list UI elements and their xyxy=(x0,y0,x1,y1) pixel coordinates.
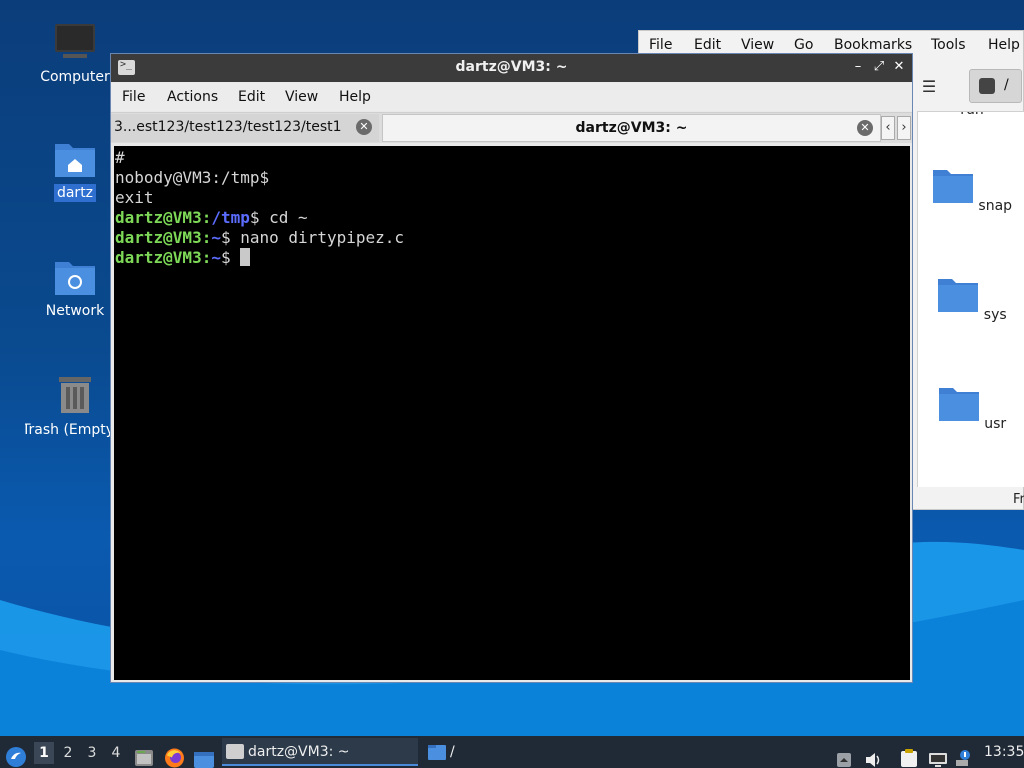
desktop-icon-label: Network xyxy=(45,303,105,319)
computer-icon xyxy=(55,24,95,58)
status-bar: Fr xyxy=(917,489,1024,511)
maximize-icon[interactable]: ⤢ xyxy=(870,58,888,76)
terminal-line: exit xyxy=(115,188,154,207)
window-title: dartz@VM3: ~ xyxy=(455,59,568,75)
prompt-colon: : xyxy=(201,228,212,247)
folder-task-icon xyxy=(428,745,446,760)
prompt-path: ~ xyxy=(211,248,221,267)
minimize-icon[interactable]: – xyxy=(849,58,867,76)
folder-label: snap xyxy=(978,198,1013,214)
status-text: Fr xyxy=(1013,492,1024,507)
title-bar[interactable]: dartz@VM3: ~ – ⤢ ✕ xyxy=(111,54,912,82)
folder-item-sys[interactable]: sys xyxy=(918,277,1024,323)
text-cursor xyxy=(240,248,251,266)
desktop-icon-label: Computer xyxy=(40,69,110,85)
menu-view[interactable]: View xyxy=(285,89,318,105)
folder-label: usr xyxy=(984,416,1007,432)
tab-label: dartz@VM3: ~ xyxy=(575,120,688,136)
firefox-icon[interactable] xyxy=(164,742,185,768)
folder-icon xyxy=(938,388,979,421)
prompt-colon: : xyxy=(201,208,212,227)
prompt-colon: : xyxy=(201,248,212,267)
menu-view[interactable]: View xyxy=(741,37,774,53)
menu-tools[interactable]: Tools xyxy=(931,37,966,53)
terminal-screen[interactable]: # nobody@VM3:/tmp$ exit dartz@VM3:/tmp$ … xyxy=(114,146,910,680)
folder-icon xyxy=(932,170,973,203)
workspace-4[interactable]: 4 xyxy=(106,742,126,764)
prompt-path: /tmp xyxy=(211,208,250,227)
task-file-manager[interactable]: / xyxy=(424,738,564,766)
tab-label: 3...est123/test123/test123/test1 xyxy=(114,119,342,135)
terminal-line: nobody@VM3:/tmp$ xyxy=(115,168,270,187)
drive-icon xyxy=(979,78,995,94)
menu-edit[interactable]: Edit xyxy=(694,37,721,53)
terminal-window[interactable]: dartz@VM3: ~ – ⤢ ✕ File Actions Edit Vie… xyxy=(110,53,913,683)
menu-help[interactable]: Help xyxy=(339,89,371,105)
tray-expand-icon[interactable] xyxy=(836,744,852,768)
menu-file[interactable]: File xyxy=(649,37,672,53)
file-manager-launcher-icon[interactable] xyxy=(134,742,154,768)
prompt-user: dartz@VM3 xyxy=(115,248,202,267)
close-icon[interactable]: ✕ xyxy=(890,58,908,76)
volume-icon[interactable] xyxy=(864,744,882,768)
workspace-1[interactable]: 1 xyxy=(34,742,54,764)
prompt-command: $ cd ~ xyxy=(249,208,308,227)
trash-icon xyxy=(59,377,91,413)
tab-2[interactable]: dartz@VM3: ~ ✕ xyxy=(382,114,881,142)
network-status-icon[interactable] xyxy=(954,742,974,768)
clipboard-icon[interactable] xyxy=(900,742,918,768)
terminal-menubar: File Actions Edit View Help xyxy=(111,83,912,111)
menu-file[interactable]: File xyxy=(122,89,145,105)
prompt-command: $ nano dirtypipez.c xyxy=(220,228,405,247)
file-manager-toolbar: ☰ / xyxy=(914,67,1023,107)
task-label: dartz@VM3: ~ xyxy=(248,744,350,760)
menu-edit[interactable]: Edit xyxy=(238,89,265,105)
show-desktop-icon[interactable] xyxy=(193,744,215,768)
desktop-icon-label: dartz xyxy=(53,184,97,202)
task-terminal[interactable]: dartz@VM3: ~ xyxy=(222,738,418,766)
tab-1[interactable]: 3...est123/test123/test123/test1 ✕ xyxy=(111,114,379,142)
prompt-command: $ xyxy=(220,248,241,267)
terminal-line: dartz@VM3:~$ nano dirtypipez.c xyxy=(115,228,909,248)
start-menu-icon[interactable] xyxy=(5,741,27,768)
file-list-pane[interactable]: run snap sys usr xyxy=(917,111,1024,487)
workspace-3[interactable]: 3 xyxy=(82,742,102,764)
tab-close-icon[interactable]: ✕ xyxy=(857,120,873,136)
prompt-user: dartz@VM3 xyxy=(115,228,202,247)
terminal-line: # xyxy=(115,148,125,167)
folder-item-snap[interactable]: snap xyxy=(918,168,1024,214)
terminal-task-icon xyxy=(226,744,244,759)
home-folder-icon xyxy=(55,144,95,177)
folder-label: sys xyxy=(983,307,1007,323)
tab-bar: 3...est123/test123/test123/test1 ✕ dartz… xyxy=(111,112,912,143)
folder-label: run xyxy=(960,112,984,118)
display-icon[interactable] xyxy=(928,744,948,768)
network-folder-icon xyxy=(55,262,95,295)
clock[interactable]: 13:35 xyxy=(984,736,1024,768)
task-label: / xyxy=(450,744,455,760)
prompt-user: dartz@VM3 xyxy=(115,208,202,227)
menu-bookmarks[interactable]: Bookmarks xyxy=(834,37,912,53)
list-view-icon[interactable]: ☰ xyxy=(914,73,944,101)
workspace-2[interactable]: 2 xyxy=(58,742,78,764)
tab-scroll-right-icon[interactable]: › xyxy=(897,116,911,140)
terminal-line: dartz@VM3:/tmp$ cd ~ xyxy=(115,208,909,228)
menu-help[interactable]: Help xyxy=(988,37,1020,53)
terminal-line: dartz@VM3:~$ xyxy=(115,248,909,268)
folder-item-usr[interactable]: usr xyxy=(918,386,1024,432)
desktop-icon-label: Trash (Empty) xyxy=(25,422,120,438)
prompt-path: ~ xyxy=(211,228,221,247)
menu-actions[interactable]: Actions xyxy=(167,89,218,105)
folder-item-run[interactable]: run xyxy=(918,112,1024,118)
path-button[interactable]: / xyxy=(969,69,1022,103)
tab-scroll-left-icon[interactable]: ‹ xyxy=(881,116,895,140)
menu-go[interactable]: Go xyxy=(794,37,813,53)
tab-close-icon[interactable]: ✕ xyxy=(356,119,372,135)
path-label: / xyxy=(1004,77,1009,93)
taskbar: 1 2 3 4 dartz@VM3: ~ / 13:35 xyxy=(0,736,1024,768)
folder-icon xyxy=(938,279,979,312)
